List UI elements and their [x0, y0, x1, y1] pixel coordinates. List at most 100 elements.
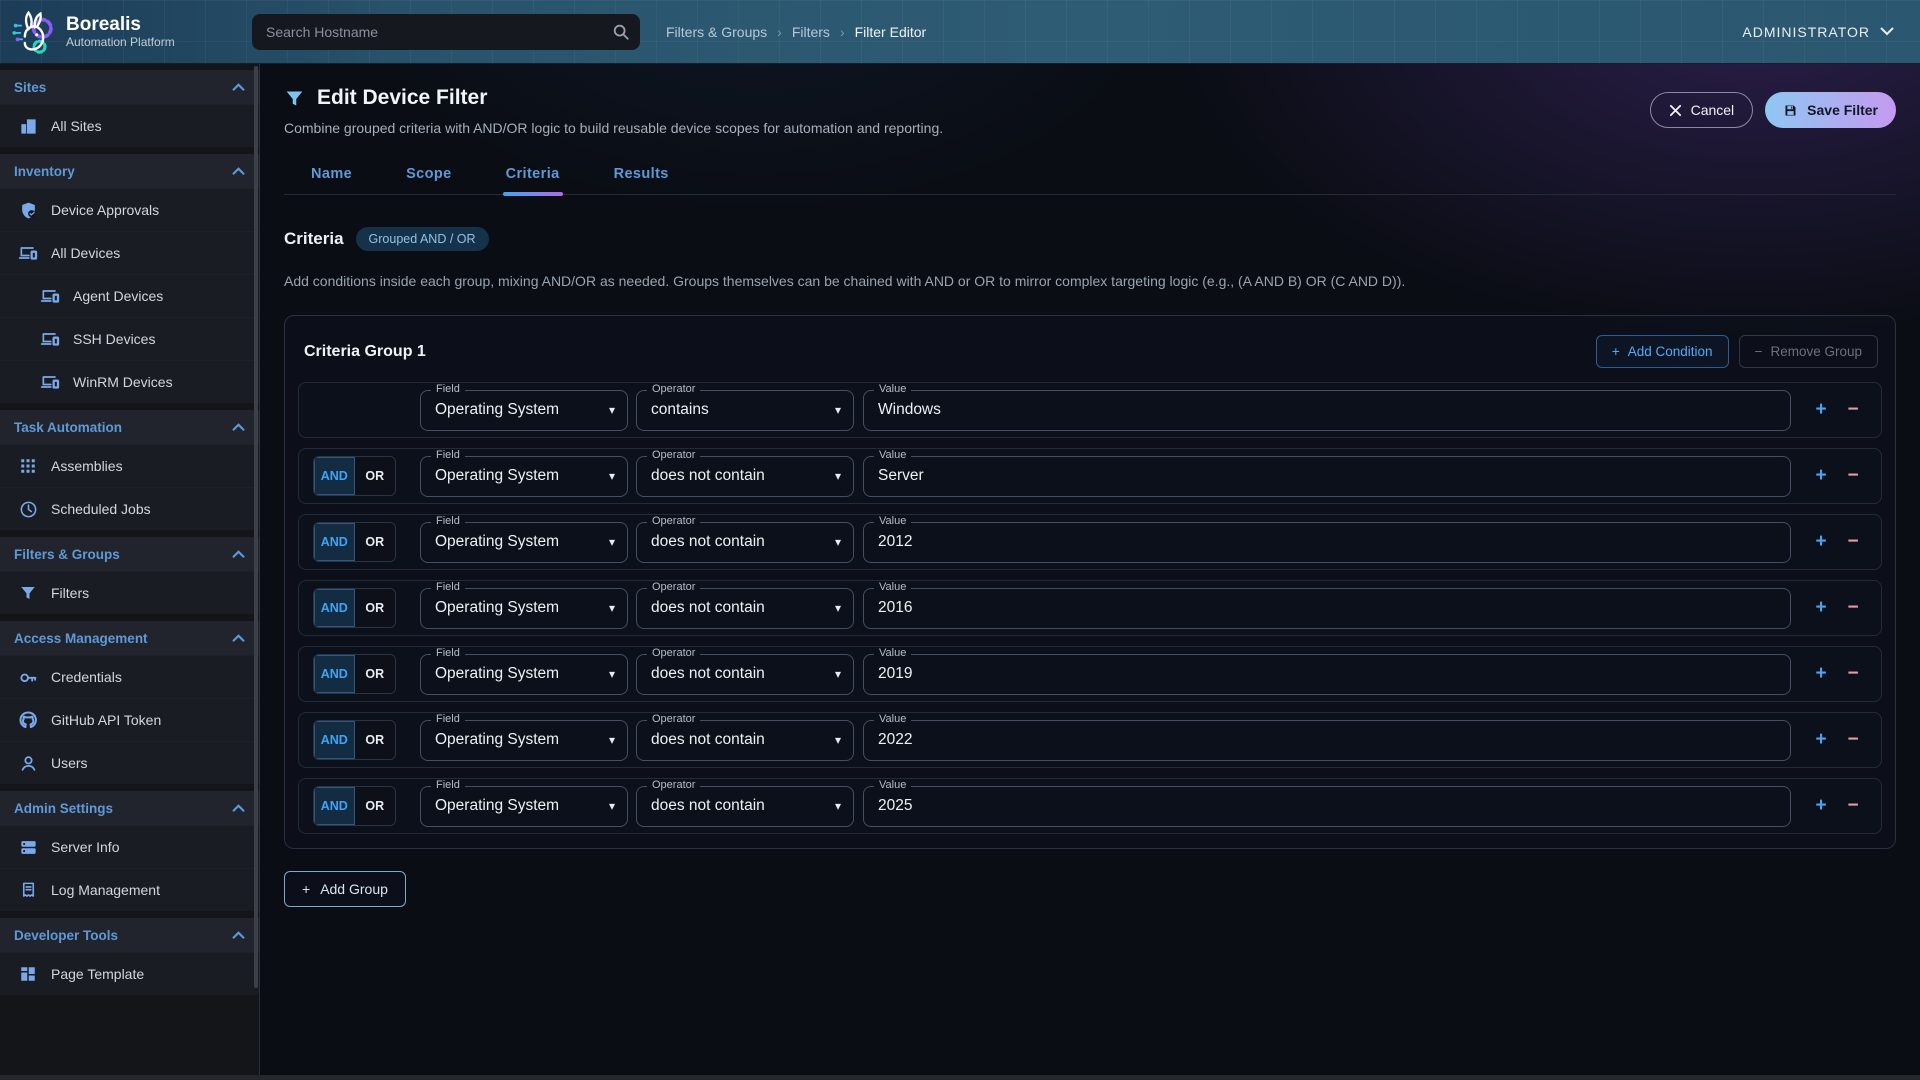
- operator-select[interactable]: Operator does not contain ▾: [636, 786, 854, 827]
- or-toggle-button[interactable]: OR: [355, 589, 396, 627]
- remove-condition-icon-button[interactable]: −: [1837, 592, 1869, 624]
- user-menu[interactable]: ADMINISTRATOR: [1742, 24, 1894, 40]
- sidebar-item-label: All Sites: [51, 118, 102, 134]
- tab-name[interactable]: Name: [308, 166, 355, 194]
- nav-section-header-inventory[interactable]: Inventory: [0, 154, 259, 188]
- search-input[interactable]: [266, 24, 612, 40]
- nav-section-header-filters-groups[interactable]: Filters & Groups: [0, 537, 259, 571]
- operator-select[interactable]: Operator does not contain ▾: [636, 720, 854, 761]
- sidebar-item-label: Credentials: [51, 669, 122, 685]
- tab-bar: Name Scope Criteria Results: [284, 166, 1896, 195]
- and-toggle-button[interactable]: AND: [314, 787, 355, 825]
- add-condition-button[interactable]: + Add Condition: [1596, 335, 1729, 368]
- operator-select[interactable]: Operator contains ▾: [636, 390, 854, 431]
- and-toggle-button[interactable]: AND: [314, 589, 355, 627]
- value-input[interactable]: [864, 457, 1790, 496]
- add-condition-icon-button[interactable]: +: [1805, 790, 1837, 822]
- field-select[interactable]: Field Operating System ▾: [420, 654, 628, 695]
- value-input[interactable]: [864, 523, 1790, 562]
- breadcrumb-filters-groups[interactable]: Filters & Groups: [666, 24, 767, 40]
- field-select[interactable]: Field Operating System ▾: [420, 786, 628, 827]
- and-toggle-button[interactable]: AND: [314, 523, 355, 561]
- search-icon[interactable]: [612, 23, 630, 41]
- add-condition-icon-button[interactable]: +: [1805, 658, 1837, 690]
- sidebar-item-agent-devices[interactable]: Agent Devices: [0, 274, 259, 317]
- or-toggle-button[interactable]: OR: [355, 457, 396, 495]
- value-field: Value: [863, 654, 1791, 695]
- operator-select[interactable]: Operator does not contain ▾: [636, 654, 854, 695]
- or-toggle-button[interactable]: OR: [355, 655, 396, 693]
- remove-condition-icon-button[interactable]: −: [1837, 790, 1869, 822]
- and-toggle-button[interactable]: AND: [314, 457, 355, 495]
- sidebar-item-winrm-devices[interactable]: WinRM Devices: [0, 360, 259, 403]
- nav-section-admin-settings: Admin Settings Server Info Log Managemen…: [0, 791, 259, 911]
- hostname-search[interactable]: [252, 14, 640, 50]
- field-select[interactable]: Field Operating System ▾: [420, 720, 628, 761]
- nav-section-header-sites[interactable]: Sites: [0, 70, 259, 104]
- nav-section-header-task-automation[interactable]: Task Automation: [0, 410, 259, 444]
- sidebar-item-server-info[interactable]: Server Info: [0, 825, 259, 868]
- sidebar-item-github-api-token[interactable]: GitHub API Token: [0, 698, 259, 741]
- add-group-button[interactable]: + Add Group: [284, 871, 406, 907]
- chevron-up-icon: [232, 167, 245, 175]
- sidebar-item-credentials[interactable]: Credentials: [0, 655, 259, 698]
- sidebar-item-users[interactable]: Users: [0, 741, 259, 784]
- operator-select[interactable]: Operator does not contain ▾: [636, 456, 854, 497]
- page-subtitle: Combine grouped criteria with AND/OR log…: [284, 120, 943, 136]
- and-toggle-button[interactable]: AND: [314, 721, 355, 759]
- or-toggle-button[interactable]: OR: [355, 787, 396, 825]
- remove-condition-icon-button[interactable]: −: [1837, 724, 1869, 756]
- remove-group-button[interactable]: − Remove Group: [1739, 335, 1878, 368]
- operator-select[interactable]: Operator does not contain ▾: [636, 522, 854, 563]
- sidebar-item-all-devices[interactable]: All Devices: [0, 231, 259, 274]
- nav-section-header-admin-settings[interactable]: Admin Settings: [0, 791, 259, 825]
- value-input[interactable]: [864, 391, 1790, 430]
- operator-select[interactable]: Operator does not contain ▾: [636, 588, 854, 629]
- add-condition-icon-button[interactable]: +: [1805, 724, 1837, 756]
- nav-section-header-access-management[interactable]: Access Management: [0, 621, 259, 655]
- breadcrumb-filters[interactable]: Filters: [792, 24, 830, 40]
- sidebar-item-page-template[interactable]: Page Template: [0, 952, 259, 995]
- sidebar-item-filters[interactable]: Filters: [0, 571, 259, 614]
- value-input[interactable]: [864, 787, 1790, 826]
- and-toggle-button[interactable]: AND: [314, 655, 355, 693]
- field-select[interactable]: Field Operating System ▾: [420, 456, 628, 497]
- cancel-button[interactable]: Cancel: [1650, 92, 1754, 128]
- sidebar-item-label: Scheduled Jobs: [51, 501, 151, 517]
- value-field: Value: [863, 390, 1791, 431]
- value-field: Value: [863, 456, 1791, 497]
- sidebar-item-scheduled-jobs[interactable]: Scheduled Jobs: [0, 487, 259, 530]
- sidebar-item-log-management[interactable]: Log Management: [0, 868, 259, 911]
- remove-condition-icon-button[interactable]: −: [1837, 526, 1869, 558]
- field-select[interactable]: Field Operating System ▾: [420, 522, 628, 563]
- chevron-down-icon: ▾: [609, 733, 615, 747]
- value-input[interactable]: [864, 589, 1790, 628]
- sidebar-item-all-sites[interactable]: All Sites: [0, 104, 259, 147]
- sidebar-item-ssh-devices[interactable]: SSH Devices: [0, 317, 259, 360]
- remove-condition-icon-button[interactable]: −: [1837, 460, 1869, 492]
- add-condition-icon-button[interactable]: +: [1805, 592, 1837, 624]
- nav-section-header-developer-tools[interactable]: Developer Tools: [0, 918, 259, 952]
- field-select[interactable]: Field Operating System ▾: [420, 390, 628, 431]
- condition-rows: Field Operating System ▾ Operator contai…: [298, 382, 1882, 834]
- sidebar-item-assemblies[interactable]: Assemblies: [0, 444, 259, 487]
- or-toggle-button[interactable]: OR: [355, 523, 396, 561]
- add-condition-icon-button[interactable]: +: [1805, 526, 1837, 558]
- tab-scope[interactable]: Scope: [403, 166, 455, 194]
- field-select[interactable]: Field Operating System ▾: [420, 588, 628, 629]
- save-filter-button[interactable]: Save Filter: [1765, 92, 1896, 128]
- add-condition-icon-button[interactable]: +: [1805, 460, 1837, 492]
- or-toggle-button[interactable]: OR: [355, 721, 396, 759]
- server-icon: [18, 837, 38, 857]
- remove-condition-icon-button[interactable]: −: [1837, 394, 1869, 426]
- value-input[interactable]: [864, 721, 1790, 760]
- tab-criteria[interactable]: Criteria: [503, 166, 563, 194]
- criteria-group-title: Criteria Group 1: [304, 343, 426, 361]
- add-condition-icon-button[interactable]: +: [1805, 394, 1837, 426]
- value-input[interactable]: [864, 655, 1790, 694]
- tab-results[interactable]: Results: [611, 166, 672, 194]
- criteria-group-panel: Criteria Group 1 + Add Condition − Remov…: [284, 315, 1896, 849]
- remove-condition-icon-button[interactable]: −: [1837, 658, 1869, 690]
- value-field: Value: [863, 786, 1791, 827]
- sidebar-item-device-approvals[interactable]: Device Approvals: [0, 188, 259, 231]
